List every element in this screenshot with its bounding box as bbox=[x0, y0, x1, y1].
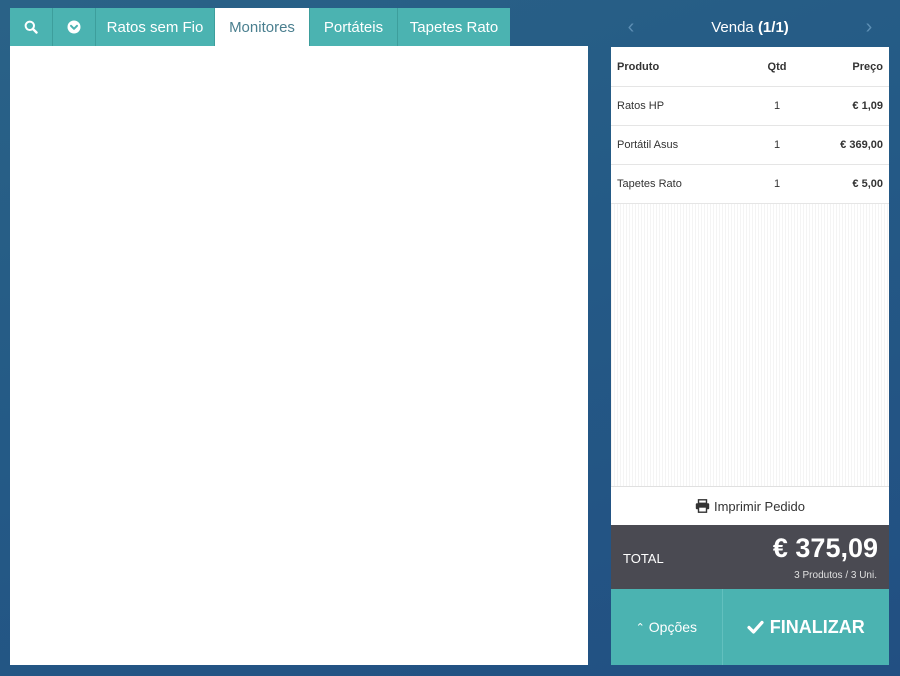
order-row[interactable]: Portátil Asus 1 € 369,00 ✖ bbox=[611, 125, 889, 165]
total-value: € 375,09 bbox=[772, 533, 878, 563]
tab-portateis[interactable]: Portáteis bbox=[310, 8, 398, 46]
sale-header: ‹ Venda (1/1) › bbox=[611, 8, 889, 47]
action-bar: ⌃ Opções FINALIZAR bbox=[611, 589, 889, 665]
order-table: Produto Qtd Preço Ratos HP 1 € 1,09 ✖ Po… bbox=[611, 47, 889, 204]
chevron-right-icon: › bbox=[865, 16, 873, 38]
dropdown-tab[interactable] bbox=[53, 8, 96, 46]
total-label: TOTAL bbox=[623, 551, 664, 566]
finalize-label: FINALIZAR bbox=[769, 616, 865, 637]
options-label: Opções bbox=[648, 619, 698, 635]
tab-tapetes-rato[interactable]: Tapetes Rato bbox=[398, 8, 510, 46]
product-grid-panel bbox=[10, 46, 588, 665]
total-summary: 3 Produtos / 3 Uni. bbox=[794, 570, 877, 581]
sale-title-prefix: Venda bbox=[711, 19, 754, 36]
order-row-price: € 1,09 bbox=[813, 86, 889, 126]
chevron-circle-down-icon bbox=[67, 20, 81, 34]
order-row-price: € 5,00 bbox=[813, 164, 889, 204]
tab-ratos-sem-fio[interactable]: Ratos sem Fio bbox=[96, 8, 215, 46]
search-tab[interactable] bbox=[10, 8, 53, 46]
sale-counter: (1/1) bbox=[757, 19, 789, 36]
order-row-product: Ratos HP bbox=[611, 86, 741, 126]
total-box: TOTAL € 375,09 3 Produtos / 3 Uni. bbox=[611, 525, 889, 589]
order-panel: Produto Qtd Preço Ratos HP 1 € 1,09 ✖ Po… bbox=[611, 47, 889, 486]
order-header-row: Produto Qtd Preço bbox=[611, 47, 889, 87]
order-row-qty[interactable]: 1 bbox=[741, 86, 813, 126]
print-order-button[interactable]: Imprimir Pedido bbox=[611, 486, 889, 525]
search-icon bbox=[24, 20, 38, 34]
finalize-button[interactable]: FINALIZAR bbox=[722, 589, 889, 665]
next-sale-button[interactable]: › bbox=[849, 8, 889, 47]
chevron-left-icon: ‹ bbox=[627, 16, 635, 38]
column-header-price: Preço bbox=[813, 47, 889, 87]
column-header-qty: Qtd bbox=[741, 47, 813, 87]
order-row-qty[interactable]: 1 bbox=[741, 125, 813, 165]
order-row-price: € 369,00 bbox=[813, 125, 889, 165]
check-icon bbox=[747, 620, 764, 634]
printer-icon bbox=[695, 499, 710, 513]
order-row-product: Portátil Asus bbox=[611, 125, 741, 165]
chevron-up-icon: ⌃ bbox=[635, 621, 645, 634]
print-label: Imprimir Pedido bbox=[713, 498, 806, 514]
order-row-product: Tapetes Rato bbox=[611, 164, 741, 204]
prev-sale-button[interactable]: ‹ bbox=[611, 8, 651, 47]
order-row-qty[interactable]: 1 bbox=[741, 164, 813, 204]
column-header-product: Produto bbox=[611, 47, 741, 87]
category-tabs: Ratos sem Fio Monitores Portáteis Tapete… bbox=[10, 8, 510, 46]
order-row[interactable]: Ratos HP 1 € 1,09 ✖ bbox=[611, 86, 889, 126]
order-row[interactable]: Tapetes Rato 1 € 5,00 ✖ bbox=[611, 164, 889, 204]
tab-monitores[interactable]: Monitores bbox=[215, 8, 310, 46]
options-button[interactable]: ⌃ Opções bbox=[611, 589, 723, 665]
sale-title: Venda (1/1) bbox=[711, 19, 789, 36]
